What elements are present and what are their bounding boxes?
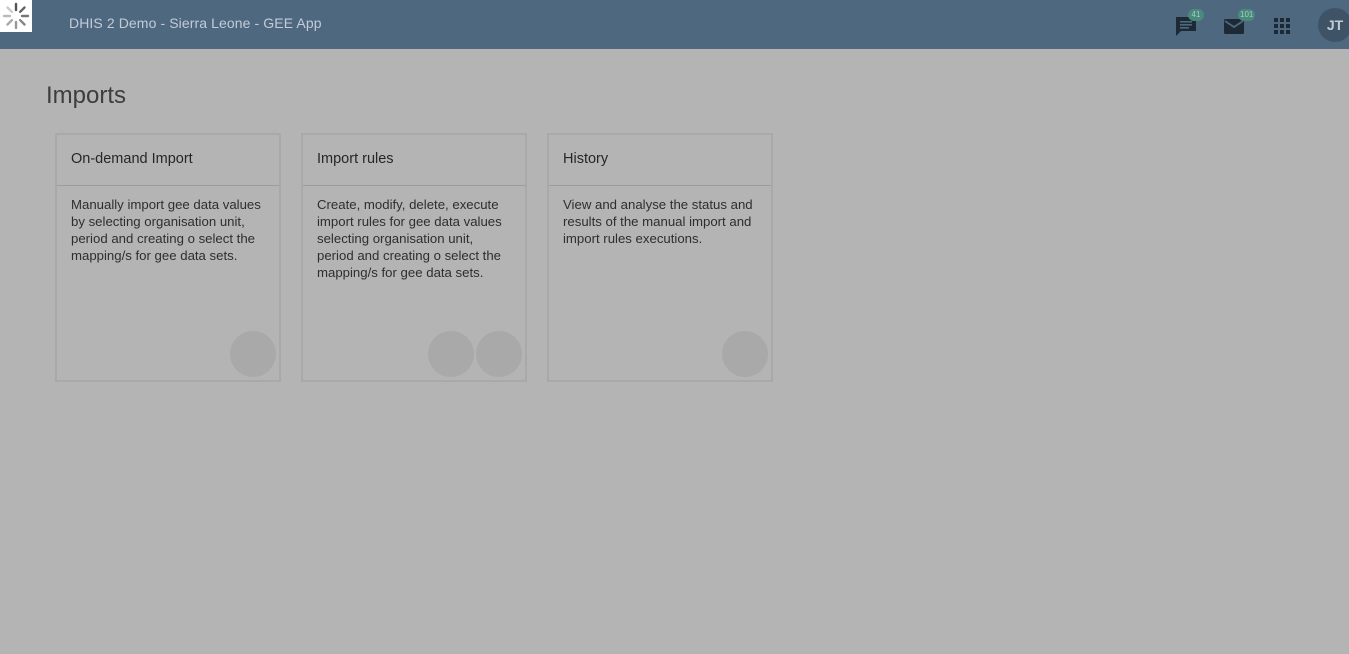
- card-on-demand-import: On-demand Import Manually import gee dat…: [55, 133, 281, 382]
- interpretations-badge: 41: [1188, 9, 1204, 21]
- card-title: Import rules: [303, 135, 525, 186]
- card-title: History: [549, 135, 771, 186]
- card-description: View and analyse the status and results …: [563, 197, 753, 246]
- page-title: Imports: [46, 82, 127, 109]
- card-description: Manually import gee data values by selec…: [71, 197, 261, 263]
- messages-button[interactable]: 101: [1220, 9, 1256, 40]
- card-title: On-demand Import: [57, 135, 279, 186]
- apps-grid-icon: [1274, 18, 1290, 34]
- card-import-rules: Import rules Create, modify, delete, exe…: [301, 133, 527, 382]
- messages-badge: 101: [1238, 9, 1256, 21]
- card-description: Create, modify, delete, execute import r…: [317, 197, 502, 280]
- card-action-button[interactable]: [476, 331, 522, 377]
- user-avatar[interactable]: JT: [1318, 8, 1349, 42]
- header-bar: DHIS 2 Demo - Sierra Leone - GEE App 41 …: [0, 0, 1349, 49]
- spinner-icon: [2, 2, 30, 30]
- card-history: History View and analyse the status and …: [547, 133, 773, 382]
- card-action-button[interactable]: [230, 331, 276, 377]
- apps-menu-button[interactable]: [1268, 12, 1296, 40]
- logo[interactable]: [0, 0, 32, 32]
- app-title: DHIS 2 Demo - Sierra Leone - GEE App: [69, 15, 322, 31]
- card-action-button[interactable]: [722, 331, 768, 377]
- card-action-button[interactable]: [428, 331, 474, 377]
- interpretations-button[interactable]: 41: [1172, 9, 1204, 40]
